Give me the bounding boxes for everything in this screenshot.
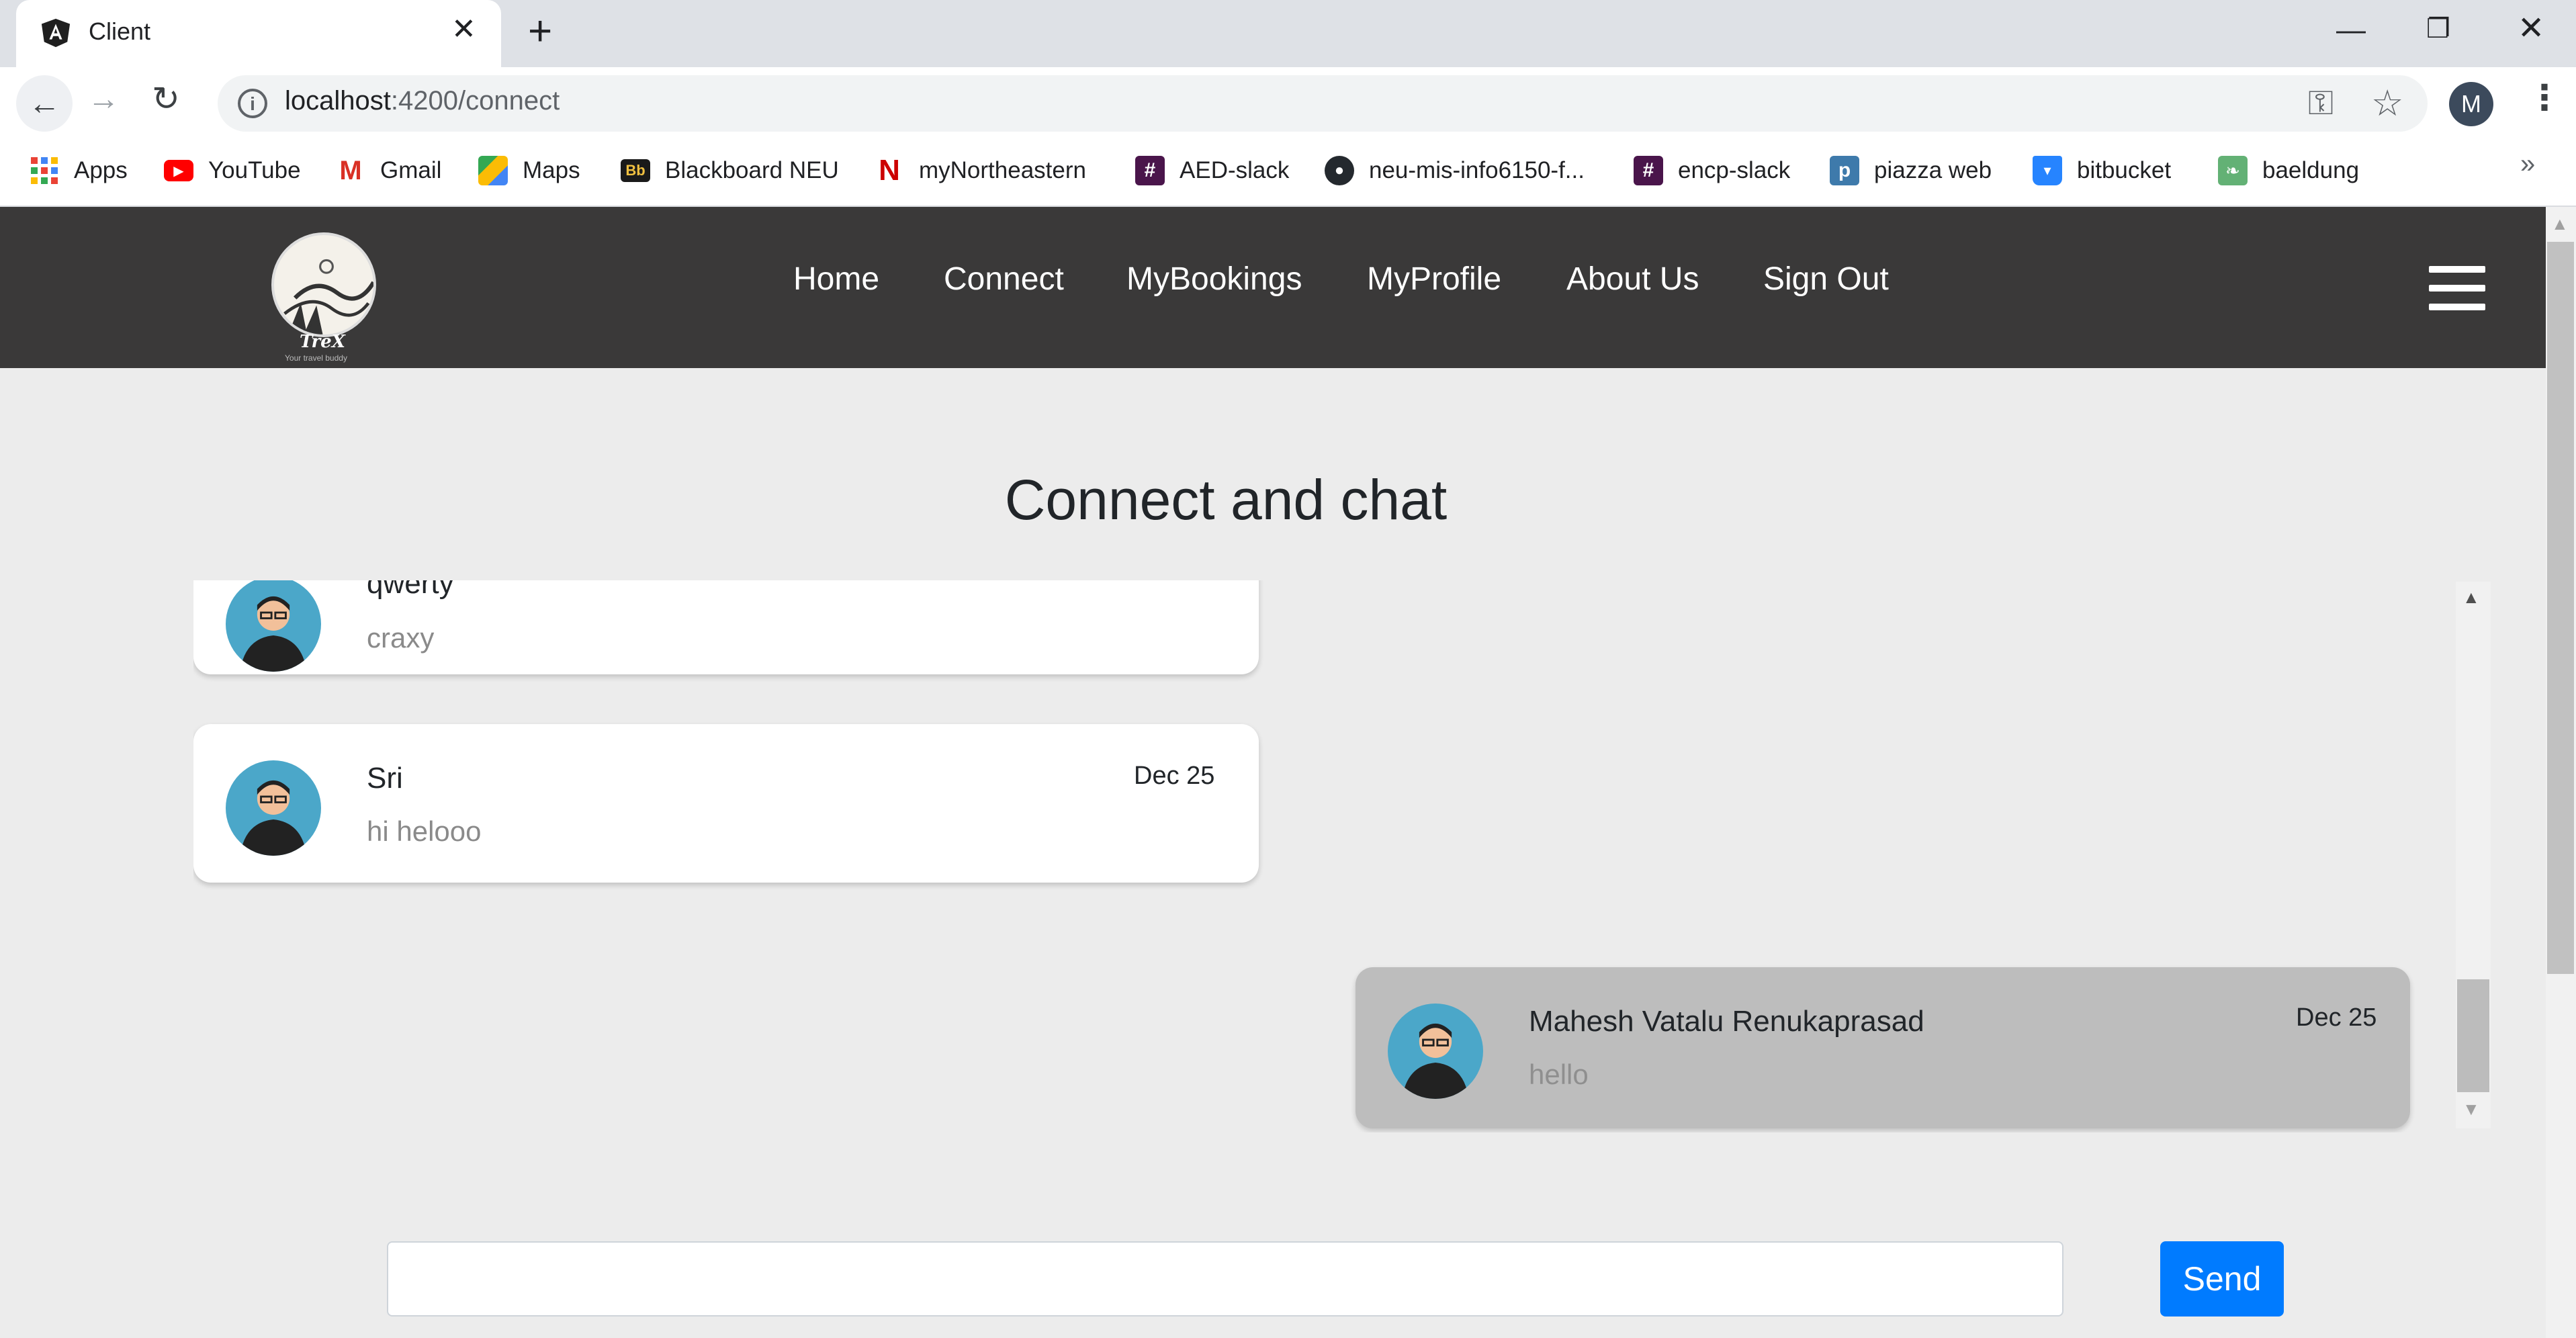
chat-message: Sri hi helooo Dec 25	[193, 724, 1259, 883]
bookmark-piazza[interactable]: p piazza web	[1830, 152, 1992, 189]
bookmark-gmail[interactable]: M Gmail	[336, 152, 441, 189]
own-chat-message: Mahesh Vatalu Renukaprasad hello Dec 25	[1356, 967, 2410, 1128]
bookmark-aed-slack[interactable]: # AED-slack	[1135, 152, 1289, 189]
close-window-button[interactable]: ✕	[2518, 9, 2544, 47]
tab-title: Client	[89, 17, 151, 45]
message-date: Dec 25	[2296, 1004, 2377, 1032]
apps-grid-icon	[30, 156, 59, 185]
message-text: craxy	[367, 622, 435, 654]
bookmark-mynortheastern[interactable]: NmyNortheastern	[875, 152, 1086, 189]
maps-icon	[478, 156, 508, 185]
minimize-window-button[interactable]: —	[2336, 13, 2366, 47]
scroll-up-arrow-icon[interactable]: ▲	[2462, 587, 2480, 608]
logo-text: TreX	[300, 332, 345, 352]
bookmark-bitbucket[interactable]: ▾ bitbucket	[2033, 152, 2171, 189]
bookmark-youtube[interactable]: ▶ YouTube	[164, 152, 301, 189]
bookmark-label: Apps	[74, 157, 128, 183]
more-bookmarks-icon[interactable]: »	[2520, 149, 2535, 179]
chat-scrollbar-thumb[interactable]	[2457, 979, 2489, 1092]
bookmark-label: Blackboard NEU	[665, 157, 839, 183]
bookmark-star-icon[interactable]: ☆	[2371, 82, 2403, 124]
browser-menu-icon[interactable]: ⋮	[2527, 78, 2562, 118]
nav-myprofile[interactable]: MyProfile	[1367, 261, 1501, 298]
northeastern-icon: N	[879, 154, 900, 187]
bookmark-label: bitbucket	[2077, 157, 2172, 183]
bookmark-label: Gmail	[380, 157, 442, 183]
message-sender: qwerty	[367, 580, 454, 600]
site-info-icon[interactable]: i	[238, 89, 267, 118]
bitbucket-icon: ▾	[2033, 156, 2062, 185]
bookmark-label: encp-slack	[1678, 157, 1791, 183]
nav-about-us[interactable]: About Us	[1566, 261, 1699, 298]
bookmark-label: myNortheastern	[919, 157, 1086, 183]
bookmark-blackboard[interactable]: Bb Blackboard NEU	[621, 152, 839, 189]
bookmark-github[interactable]: ● neu-mis-info6150-f...	[1325, 152, 1585, 189]
bookmark-label: baeldung	[2262, 157, 2360, 183]
blackboard-icon: Bb	[621, 159, 650, 182]
trex-logo[interactable]	[271, 232, 376, 337]
baeldung-icon: ❧	[2218, 156, 2248, 185]
page-scrollbar-thumb[interactable]	[2547, 242, 2574, 974]
close-tab-icon[interactable]: ✕	[451, 15, 476, 44]
nav-sign-out[interactable]: Sign Out	[1763, 261, 1889, 298]
github-icon: ●	[1325, 156, 1354, 185]
bookmark-label: YouTube	[208, 157, 301, 183]
send-button[interactable]: Send	[2160, 1241, 2284, 1317]
slack-icon: #	[1634, 156, 1663, 185]
user-avatar	[226, 760, 321, 856]
bookmark-baeldung[interactable]: ❧ baeldung	[2218, 152, 2359, 189]
bookmark-label: piazza web	[1874, 157, 1992, 183]
forward-arrow-icon[interactable]: →	[87, 81, 120, 118]
url-host: localhost	[285, 86, 391, 116]
angular-icon	[41, 18, 71, 48]
user-avatar	[226, 580, 321, 672]
nav-home[interactable]: Home	[793, 261, 879, 298]
scroll-down-arrow-icon[interactable]: ▼	[2462, 1099, 2480, 1120]
youtube-icon: ▶	[164, 160, 193, 181]
url-path: :4200/connect	[390, 86, 560, 116]
gmail-icon: M	[339, 155, 362, 185]
message-date: Dec 25	[1134, 762, 1215, 790]
bookmark-label: neu-mis-info6150-f...	[1369, 157, 1585, 183]
reload-icon[interactable]: ↻	[152, 79, 180, 118]
key-icon[interactable]: ⚿	[2308, 83, 2334, 123]
nav-connect[interactable]: Connect	[944, 261, 1064, 298]
bookmark-label: Maps	[523, 157, 580, 183]
message-sender: Mahesh Vatalu Renukaprasad	[1529, 1005, 1924, 1038]
bookmark-apps[interactable]: Apps	[30, 152, 128, 189]
url-text[interactable]: localhost:4200/connect	[285, 86, 560, 116]
message-input[interactable]	[387, 1241, 2063, 1317]
page-title: Connect and chat	[1004, 468, 1448, 531]
profile-avatar[interactable]: M	[2449, 82, 2493, 126]
maximize-window-button[interactable]: ❐	[2426, 13, 2450, 44]
chat-message-list[interactable]: qwerty craxy Sri hi helooo Dec 25 Mahesh…	[193, 580, 2491, 1132]
nav-mybookings[interactable]: MyBookings	[1126, 261, 1302, 298]
bookmark-maps[interactable]: Maps	[478, 152, 580, 189]
chat-message: qwerty craxy	[193, 580, 1259, 674]
hamburger-menu-icon[interactable]	[2429, 266, 2485, 310]
piazza-icon: p	[1830, 156, 1859, 185]
back-arrow-icon[interactable]: ←	[16, 75, 73, 132]
user-avatar	[1388, 1004, 1483, 1099]
message-text: hello	[1529, 1059, 1589, 1090]
slack-icon: #	[1135, 156, 1165, 185]
message-sender: Sri	[367, 762, 403, 795]
bookmark-label: AED-slack	[1180, 157, 1290, 183]
bookmark-encp-slack[interactable]: # encp-slack	[1634, 152, 1790, 189]
logo-tagline: Your travel buddy	[285, 353, 347, 363]
page-scroll-up-arrow-icon[interactable]: ▲	[2551, 214, 2569, 234]
message-text: hi helooo	[367, 815, 482, 847]
new-tab-button[interactable]: +	[528, 11, 552, 52]
